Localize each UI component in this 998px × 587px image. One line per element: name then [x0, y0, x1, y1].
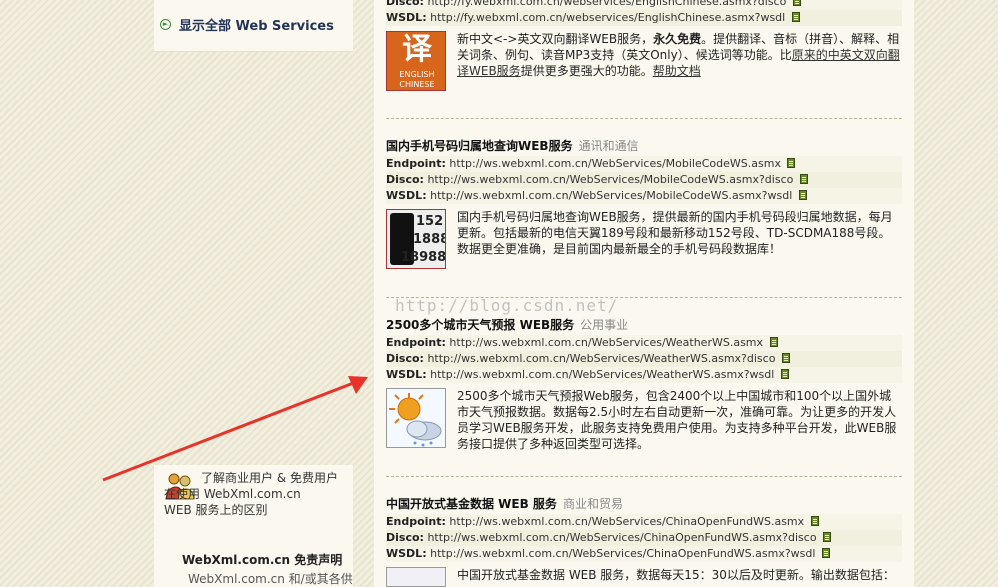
disco-label: Disco:: [386, 531, 424, 544]
wsdl-label: WSDL:: [386, 11, 427, 24]
service-title-row: 中国开放式基金数据 WEB 服务 商业和贸易: [386, 496, 902, 512]
wsdl-row: WSDL: http://ws.webxml.com.cn/WebService…: [386, 546, 902, 562]
service-english-chinese: Disco: http://fy.webxml.com.cn/webservic…: [386, 0, 902, 91]
wsdl-label: WSDL:: [386, 368, 427, 381]
service-category[interactable]: 通讯和通信: [579, 139, 639, 153]
thumb-num2: 18888: [413, 232, 445, 247]
copy-clipboard-icon[interactable]: [821, 548, 830, 558]
copy-clipboard-icon[interactable]: [780, 369, 789, 379]
disco-url[interactable]: http://fy.webxml.com.cn/webservices/Engl…: [427, 0, 786, 8]
copy-clipboard-icon[interactable]: [798, 190, 807, 200]
translate-thumbnail: 译 ENGLISH CHINESE: [386, 31, 446, 91]
promo-line2: 在使用 WebXml.com.cn: [164, 487, 301, 501]
thumb-num1: 152: [416, 214, 444, 229]
show-all-label: 显示全部 Web Services: [179, 19, 334, 34]
service-description: 译 ENGLISH CHINESE 新中文<->英文双向翻译WEB服务，永久免费…: [386, 31, 902, 91]
service-category[interactable]: 公用事业: [580, 318, 628, 332]
endpoint-label: Endpoint:: [386, 515, 446, 528]
disco-label: Disco:: [386, 0, 424, 8]
copy-clipboard-icon[interactable]: [791, 12, 800, 22]
promo-link[interactable]: 了解商业用户 & 免费用户 在使用 WebXml.com.cn WEB 服务上的…: [164, 470, 349, 518]
copy-clipboard-icon[interactable]: [781, 353, 790, 363]
service-open-fund: 中国开放式基金数据 WEB 服务 商业和贸易 Endpoint: http://w…: [386, 496, 902, 587]
disco-label: Disco:: [386, 352, 424, 365]
service-description: 中国开放式基金数据 WEB 服务，数据每天15：30以后及时更新。输出数据包括：: [386, 567, 902, 587]
copy-clipboard-icon[interactable]: [792, 0, 801, 6]
disclaimer-text: WebXml.com.cn 和/或其各供: [188, 572, 353, 586]
wsdl-row: WSDL: http://fy.webxml.com.cn/webservice…: [386, 10, 902, 26]
disco-row: Disco: http://ws.webxml.com.cn/WebServic…: [386, 172, 902, 188]
disco-url[interactable]: http://ws.webxml.com.cn/WebServices/Weat…: [427, 352, 775, 365]
description-text: 国内手机号码归属地查询WEB服务，提供最新的国内手机号码段归属地数据，每月更新。…: [457, 210, 893, 256]
copy-clipboard-icon[interactable]: [810, 516, 819, 526]
copy-clipboard-icon[interactable]: [799, 174, 808, 184]
copy-clipboard-icon[interactable]: [769, 337, 778, 347]
disco-row: Disco: http://ws.webxml.com.cn/WebServic…: [386, 530, 902, 546]
endpoint-url[interactable]: http://ws.webxml.com.cn/WebServices/Chin…: [449, 515, 804, 528]
service-description: 152 18888 18988 国内手机号码归属地查询WEB服务，提供最新的国内…: [386, 209, 902, 269]
wsdl-row: WSDL: http://ws.webxml.com.cn/WebService…: [386, 188, 902, 204]
copy-clipboard-icon[interactable]: [823, 532, 832, 542]
description-text: 2500多个城市天气预报Web服务，包含2400个以上中国城市和100个以上国外…: [457, 389, 897, 451]
service-mobile-code: 国内手机号码归属地查询WEB服务 通讯和通信 Endpoint: http://w…: [386, 138, 902, 269]
sun-cloud-icon: [389, 393, 442, 447]
service-title-row: 国内手机号码归属地查询WEB服务 通讯和通信: [386, 138, 902, 154]
disco-row: Disco: http://ws.webxml.com.cn/WebServic…: [386, 351, 902, 367]
disco-row: Disco: http://fy.webxml.com.cn/webservic…: [386, 0, 902, 10]
disco-url[interactable]: http://ws.webxml.com.cn/WebServices/Chin…: [427, 531, 816, 544]
wsdl-row: WSDL: http://ws.webxml.com.cn/WebService…: [386, 367, 902, 383]
wsdl-url[interactable]: http://ws.webxml.com.cn/WebServices/Chin…: [430, 547, 815, 560]
service-title[interactable]: 中国开放式基金数据 WEB 服务: [386, 497, 557, 511]
thumb-char: 译: [402, 32, 432, 67]
disco-label: Disco:: [386, 173, 424, 186]
description-text: 新中文<->英文双向翻译WEB服务，永久免费。提供翻译、音标（拼音）、解释、相关…: [457, 31, 902, 79]
endpoint-row: Endpoint: http://ws.webxml.com.cn/WebSer…: [386, 514, 902, 530]
thumb-en2: CHINESE: [399, 80, 435, 89]
endpoint-row: Endpoint: http://ws.webxml.com.cn/WebSer…: [386, 335, 902, 351]
service-title[interactable]: 2500多个城市天气预报 WEB服务: [386, 318, 574, 332]
thumb-en1: ENGLISH: [399, 70, 435, 79]
promo-line3: WEB 服务上的区别: [164, 503, 268, 517]
separator: [386, 118, 902, 119]
wsdl-label: WSDL:: [386, 189, 427, 202]
help-doc-link[interactable]: 帮助文档: [653, 64, 701, 78]
desc-part-a: 新中文<->英文双向翻译WEB服务，: [457, 32, 654, 46]
endpoint-url[interactable]: http://ws.webxml.com.cn/WebServices/Weat…: [449, 336, 763, 349]
promo-box: 了解商业用户 & 免费用户 在使用 WebXml.com.cn WEB 服务上的…: [154, 465, 353, 587]
circle-arrow-icon: ►: [160, 19, 171, 30]
fund-chart-thumbnail: [386, 567, 446, 587]
desc-part-c: 提供更多更强大的功能。: [520, 64, 653, 78]
endpoint-label: Endpoint:: [386, 157, 446, 170]
service-title-row: 2500多个城市天气预报 WEB服务 公用事业: [386, 317, 902, 333]
disclaimer-title: WebXml.com.cn 免责声明: [182, 553, 343, 567]
wsdl-url[interactable]: http://ws.webxml.com.cn/WebServices/Weat…: [430, 368, 774, 381]
endpoint-label: Endpoint:: [386, 336, 446, 349]
wsdl-label: WSDL:: [386, 547, 427, 560]
wsdl-url[interactable]: http://fy.webxml.com.cn/webservices/Engl…: [430, 11, 785, 24]
wsdl-url[interactable]: http://ws.webxml.com.cn/WebServices/Mobi…: [430, 189, 792, 202]
show-all-box: ► 显示全部 Web Services: [154, 0, 353, 52]
promo-line1: 了解商业用户 & 免费用户: [201, 471, 338, 485]
service-title[interactable]: 国内手机号码归属地查询WEB服务: [386, 139, 573, 153]
service-weather: 2500多个城市天气预报 WEB服务 公用事业 Endpoint: http://…: [386, 317, 902, 452]
show-all-services-link[interactable]: ► 显示全部 Web Services: [160, 15, 334, 34]
thumb-num3: 18988: [401, 250, 446, 265]
phone-thumbnail: 152 18888 18988: [386, 209, 446, 269]
copy-clipboard-icon[interactable]: [787, 158, 796, 168]
weather-thumbnail: [386, 388, 446, 448]
watermark-text: http://blog.csdn.net/: [395, 296, 619, 315]
services-list: Disco: http://fy.webxml.com.cn/webservic…: [374, 0, 914, 587]
endpoint-url[interactable]: http://ws.webxml.com.cn/WebServices/Mobi…: [449, 157, 781, 170]
service-category[interactable]: 商业和贸易: [563, 497, 623, 511]
description-text: 中国开放式基金数据 WEB 服务，数据每天15：30以后及时更新。输出数据包括：: [457, 568, 895, 582]
disco-url[interactable]: http://ws.webxml.com.cn/WebServices/Mobi…: [427, 173, 793, 186]
arrow-head-icon: [348, 376, 368, 394]
separator: [386, 476, 902, 477]
service-description: 2500多个城市天气预报Web服务，包含2400个以上中国城市和100个以上国外…: [386, 388, 902, 452]
desc-bold: 永久免费: [653, 32, 702, 46]
endpoint-row: Endpoint: http://ws.webxml.com.cn/WebSer…: [386, 156, 902, 172]
